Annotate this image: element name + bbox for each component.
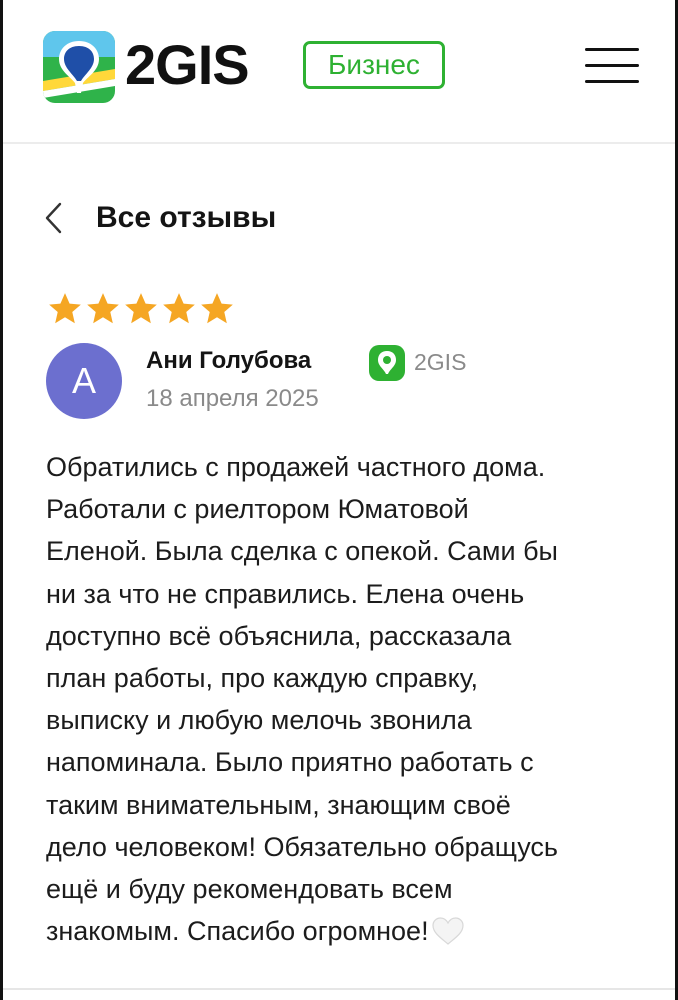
white-heart-icon <box>431 917 464 946</box>
review-text-line: таким внимательным, знающим своё <box>46 789 511 820</box>
star-icon <box>87 293 119 324</box>
review-text-line: план работы, про каждую справку, <box>46 663 479 694</box>
review-date: 18 апреля 2025 <box>146 385 319 412</box>
star-icon <box>125 293 157 324</box>
menu-bar <box>585 64 639 67</box>
back-link-label[interactable]: Все отзывы <box>96 198 276 238</box>
review-text-line: ещё и буду рекомендовать всем <box>46 874 453 905</box>
site-header: 2GIS Бизнес <box>3 0 675 144</box>
author-avatar[interactable]: А <box>46 343 122 419</box>
rating-stars <box>46 290 236 330</box>
frame-border-left <box>0 0 3 1000</box>
review-text-line: выписку и любую мелочь звонила <box>46 705 472 736</box>
author-name[interactable]: Ани Голубова <box>146 344 311 378</box>
review-text-line: Работали с риелтором Юматовой <box>46 494 469 525</box>
back-to-all-reviews-link[interactable]: Все отзывы <box>40 192 440 244</box>
review-text-line: Обратились с продажей частного дома. <box>46 452 546 482</box>
review-text-line: Еленой. Была сделка с опекой. Сами бы <box>46 536 558 567</box>
logo-wordmark[interactable]: 2GIS <box>125 30 250 100</box>
star-icon <box>163 293 195 324</box>
2gis-logo-icon[interactable] <box>43 31 115 103</box>
review-text-last-line: знакомым. Спасибо огромное! <box>46 910 646 952</box>
review-text-line: дело человеком! Обязательно обращусь <box>46 831 558 862</box>
review-text: Обратились с продажей частного дома. Раб… <box>46 446 646 952</box>
star-icon <box>49 293 81 324</box>
review-text-line: ни за что не справились. Елена очень <box>46 578 525 609</box>
review-source-label: 2GIS <box>414 349 467 375</box>
hamburger-menu-icon[interactable] <box>585 46 639 84</box>
2gis-source-icon <box>369 345 405 381</box>
star-icon <box>201 293 233 324</box>
review-text-line: доступно всё объяснила, рассказала <box>46 620 512 651</box>
section-divider <box>3 988 675 990</box>
chevron-left-icon[interactable] <box>40 200 70 236</box>
review-text-line: знакомым. Спасибо огромное! <box>46 916 429 947</box>
menu-bar <box>585 48 639 51</box>
business-badge[interactable]: Бизнес <box>303 41 445 89</box>
review-text-line: напоминала. Было приятно работать с <box>46 747 534 778</box>
menu-bar <box>585 80 639 83</box>
